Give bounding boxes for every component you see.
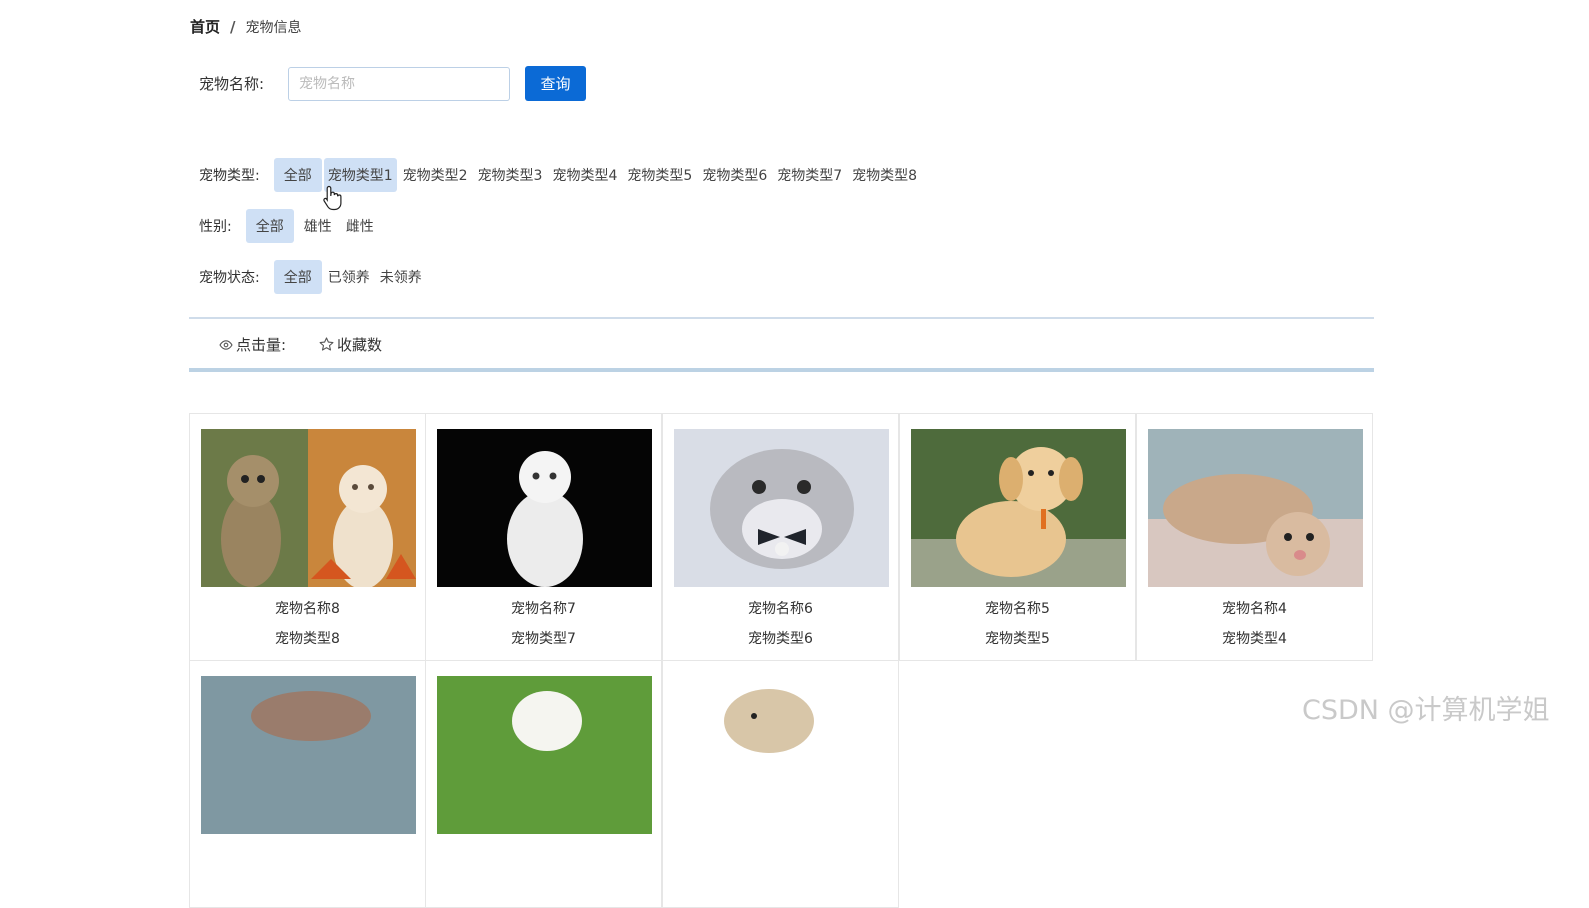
pet-name: 宠物名称4 xyxy=(1222,601,1287,617)
status-option-all[interactable]: 全部 xyxy=(273,260,322,294)
pet-type-filter: 宠物类型: 全部 宠物类型1 宠物类型2 宠物类型3 宠物类型4 宠物类型5 宠… xyxy=(199,158,923,192)
breadcrumb-home[interactable]: 首页 xyxy=(190,16,220,37)
pet-card[interactable]: 宠物名称7 宠物类型7 xyxy=(425,413,662,661)
pet-image[interactable] xyxy=(674,429,889,587)
pet-name: 宠物名称6 xyxy=(748,601,813,617)
pet-card[interactable]: 宠物名称4 宠物类型4 xyxy=(1136,413,1373,661)
pet-card[interactable] xyxy=(189,660,426,908)
watermark: CSDN @计算机学姐 xyxy=(1302,695,1550,726)
sort-bar: 点击量: 收藏数 xyxy=(189,317,1374,372)
pet-image[interactable] xyxy=(674,676,889,834)
pet-type-option-2[interactable]: 宠物类型2 xyxy=(399,158,472,192)
search-button[interactable]: 查询 xyxy=(525,66,586,101)
pet-type-option-5[interactable]: 宠物类型5 xyxy=(623,158,696,192)
hand-cursor-icon xyxy=(323,185,342,211)
pet-card[interactable]: 宠物名称5 宠物类型5 xyxy=(899,413,1136,661)
pet-name: 宠物名称8 xyxy=(275,601,340,617)
breadcrumb-current: 宠物信息 xyxy=(245,19,302,36)
pet-card[interactable] xyxy=(425,660,662,908)
pet-name-input[interactable] xyxy=(288,66,510,101)
sex-option-female[interactable]: 雌性 xyxy=(342,209,378,243)
pet-type: 宠物类型6 xyxy=(748,631,813,647)
status-option-adopted[interactable]: 已领养 xyxy=(324,260,374,294)
pet-card[interactable]: 宠物名称6 宠物类型6 xyxy=(662,413,899,661)
pet-image[interactable] xyxy=(1148,429,1363,587)
pet-type: 宠物类型8 xyxy=(275,631,340,647)
pet-type-option-6[interactable]: 宠物类型6 xyxy=(698,158,771,192)
sex-option-male[interactable]: 雄性 xyxy=(300,209,336,243)
sort-by-favorites[interactable]: 收藏数 xyxy=(319,334,382,355)
pet-type-option-8[interactable]: 宠物类型8 xyxy=(848,158,921,192)
sex-filter-label: 性别: xyxy=(199,219,232,235)
eye-icon xyxy=(219,339,233,350)
pet-type-option-3[interactable]: 宠物类型3 xyxy=(474,158,547,192)
breadcrumb: 首页 / 宠物信息 xyxy=(190,16,302,37)
pet-type: 宠物类型4 xyxy=(1222,631,1287,647)
pet-type-option-4[interactable]: 宠物类型4 xyxy=(548,158,621,192)
pet-card[interactable] xyxy=(662,660,899,908)
star-icon xyxy=(319,337,334,351)
pet-image[interactable] xyxy=(201,676,416,834)
sort-by-views[interactable]: 点击量: xyxy=(219,334,286,355)
pet-type-filter-label: 宠物类型: xyxy=(199,168,260,184)
pet-type-option-all[interactable]: 全部 xyxy=(273,158,322,192)
pet-name: 宠物名称7 xyxy=(511,601,576,617)
pet-image[interactable] xyxy=(911,429,1126,587)
pet-card[interactable]: 宠物名称8 宠物类型8 xyxy=(189,413,426,661)
sex-option-all[interactable]: 全部 xyxy=(245,209,294,243)
pet-type: 宠物类型5 xyxy=(985,631,1050,647)
pet-image[interactable] xyxy=(437,676,652,834)
pet-name: 宠物名称5 xyxy=(985,601,1050,617)
pet-type-option-7[interactable]: 宠物类型7 xyxy=(773,158,846,192)
sex-filter: 性别: 全部 雄性 雌性 xyxy=(199,209,384,243)
pet-image[interactable] xyxy=(437,429,652,587)
sort-favorites-label: 收藏数 xyxy=(337,336,383,354)
pet-image[interactable] xyxy=(201,429,416,587)
breadcrumb-separator: / xyxy=(230,17,236,36)
status-option-not-adopted[interactable]: 未领养 xyxy=(376,260,426,294)
status-filter-label: 宠物状态: xyxy=(199,270,260,286)
search-bar: 宠物名称: 查询 xyxy=(199,66,586,101)
sort-views-label: 点击量: xyxy=(236,336,287,354)
search-label: 宠物名称: xyxy=(199,75,265,93)
pet-type: 宠物类型7 xyxy=(511,631,576,647)
status-filter: 宠物状态: 全部 已领养 未领养 xyxy=(199,260,428,294)
